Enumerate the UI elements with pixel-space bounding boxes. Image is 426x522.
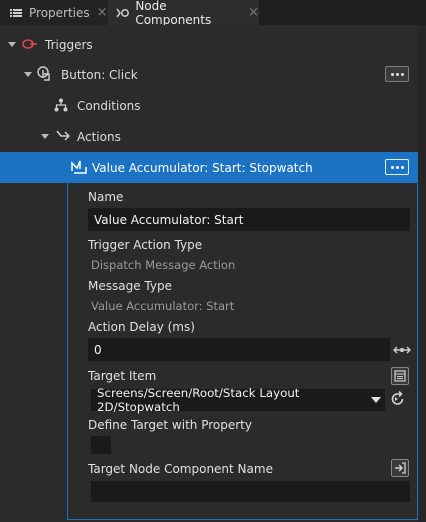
close-icon[interactable]: × [97, 5, 108, 20]
tree-item-label: Value Accumulator: Start: Stopwatch [92, 160, 313, 175]
component-picker-button[interactable] [391, 459, 409, 477]
node-components-icon [116, 8, 129, 17]
tab-properties-label: Properties [29, 5, 90, 20]
conditions-icon [54, 98, 68, 112]
more-options-button[interactable] [385, 66, 409, 82]
target-item-value: Screens/Screen/Root/Stack Layout 2D/Stop… [97, 386, 300, 414]
reset-target-icon[interactable] [390, 391, 406, 407]
target-node-component-name-label: Target Node Component Name [88, 462, 273, 476]
tree-item-label: Triggers [45, 37, 93, 52]
message-type-label: Message Type [88, 279, 172, 293]
close-icon[interactable]: × [248, 5, 259, 20]
actions-arrow-icon [56, 130, 70, 141]
more-options-button[interactable] [385, 159, 409, 175]
tree-item-label: Conditions [77, 98, 141, 113]
expand-arrow-icon[interactable] [8, 42, 16, 47]
tree-item-triggers[interactable]: Triggers [0, 29, 418, 60]
tree-item-button-click[interactable]: Button: Click [0, 59, 418, 90]
expand-arrow-icon[interactable] [41, 134, 49, 139]
expand-arrow-icon[interactable] [24, 72, 32, 77]
target-item-label: Target Item [88, 369, 157, 383]
define-target-checkbox[interactable] [91, 436, 111, 454]
action-icon [71, 160, 87, 174]
message-type-value: Value Accumulator: Start [91, 299, 235, 313]
tree-item-conditions[interactable]: Conditions [0, 90, 418, 121]
chevron-down-icon [371, 397, 381, 403]
define-target-label: Define Target with Property [88, 418, 252, 432]
scrollbar[interactable] [417, 25, 426, 522]
drag-adjust-icon[interactable] [393, 345, 411, 355]
tab-node-components[interactable]: Node Components × [108, 0, 259, 27]
tree-item-label: Button: Click [61, 67, 138, 82]
node-picker-icon [394, 370, 406, 382]
action-delay-label: Action Delay (ms) [88, 320, 195, 334]
trigger-action-type-value: Dispatch Message Action [91, 258, 236, 272]
target-node-component-name-field[interactable] [91, 481, 410, 502]
node-picker-button[interactable] [391, 367, 409, 385]
name-field[interactable]: Value Accumulator: Start [88, 208, 410, 231]
action-delay-field[interactable]: 0 [88, 338, 390, 361]
name-label: Name [88, 190, 124, 204]
list-icon [10, 8, 22, 17]
tree-item-selected-action[interactable]: Value Accumulator: Start: Stopwatch [0, 152, 418, 183]
hand-pointer-icon [37, 66, 50, 81]
tab-node-components-label: Node Components [135, 0, 212, 27]
tab-properties[interactable]: Properties × [0, 0, 108, 25]
tree-item-actions[interactable]: Actions [0, 121, 418, 152]
trigger-action-type-label: Trigger Action Type [88, 238, 203, 252]
trigger-icon [22, 39, 37, 49]
tree-item-label: Actions [77, 129, 121, 144]
target-item-select[interactable]: Screens/Screen/Root/Stack Layout 2D/Stop… [91, 386, 385, 414]
tab-bar: Properties × Node Components × [0, 0, 426, 27]
component-picker-icon [395, 462, 406, 474]
